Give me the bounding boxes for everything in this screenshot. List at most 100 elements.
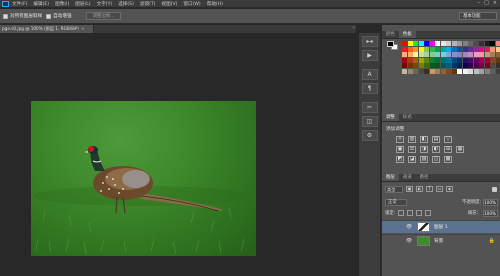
fill-field[interactable]: 100%: [483, 209, 498, 217]
sample-all-layers-checkbox[interactable]: [3, 13, 8, 19]
color-swatch[interactable]: [407, 46, 413, 52]
color-swatch[interactable]: [424, 41, 429, 46]
color-swatch[interactable]: [407, 68, 413, 74]
color-swatch[interactable]: [484, 63, 490, 68]
color-swatch[interactable]: [407, 52, 413, 57]
color-swatch[interactable]: [413, 46, 418, 52]
menu-window[interactable]: 窗口(W): [183, 1, 200, 7]
tab-paths[interactable]: 路径: [416, 174, 433, 181]
color-swatch[interactable]: [479, 52, 484, 57]
color-swatch[interactable]: [490, 63, 495, 68]
color-swatch[interactable]: [462, 68, 468, 74]
color-swatch[interactable]: [402, 68, 407, 74]
color-swatch[interactable]: [435, 68, 440, 74]
auto-enhance-checkbox[interactable]: [46, 13, 52, 19]
color-swatch[interactable]: [435, 63, 440, 68]
lock-pixels-icon[interactable]: [407, 210, 414, 216]
layer-row-background[interactable]: 👁 背景 🔒: [382, 234, 500, 247]
color-swatch[interactable]: [490, 68, 495, 74]
color-swatch[interactable]: [457, 52, 462, 57]
color-swatch[interactable]: [473, 41, 479, 46]
opacity-field[interactable]: 100%: [483, 198, 498, 206]
shape-filter-icon[interactable]: ▭: [436, 186, 443, 192]
close-button[interactable]: ×: [493, 0, 497, 6]
color-swatch[interactable]: [418, 46, 424, 52]
menu-image[interactable]: 图像(I): [55, 1, 69, 7]
history-icon[interactable]: ▸◂: [361, 36, 378, 47]
menu-filter[interactable]: 滤镜(T): [140, 1, 156, 7]
color-swatch[interactable]: [402, 52, 407, 57]
color-swatch[interactable]: [484, 41, 490, 46]
color-swatch[interactable]: [446, 57, 451, 63]
color-swatch[interactable]: [418, 52, 424, 57]
invert-icon[interactable]: ◩: [396, 156, 404, 163]
adjustment-filter-icon[interactable]: ◐: [416, 186, 423, 192]
color-swatch[interactable]: [402, 41, 407, 46]
layer-name[interactable]: 背景: [434, 238, 443, 244]
color-swatch[interactable]: [462, 41, 468, 46]
character-icon[interactable]: A: [361, 69, 378, 80]
color-swatch[interactable]: [457, 46, 462, 52]
document-tab[interactable]: pge.s0.jpg @ 100% (图层 1, RGB/8#) ×: [0, 25, 94, 33]
color-swatch[interactable]: [446, 41, 451, 46]
tab-styles[interactable]: 样式: [399, 114, 416, 121]
color-swatch[interactable]: [429, 46, 435, 52]
color-swatch[interactable]: [402, 46, 407, 52]
pixel-filter-icon[interactable]: ▣: [406, 186, 413, 192]
layer-row-layer1[interactable]: 👁 图层 1: [382, 220, 500, 233]
workspace-select[interactable]: 基本功能: [459, 12, 497, 20]
gradient-map-icon[interactable]: ◫: [432, 156, 440, 163]
color-swatch[interactable]: [484, 52, 490, 57]
color-swatch[interactable]: [407, 57, 413, 63]
panel-collapse-icon[interactable]: »: [352, 25, 355, 31]
color-swatch[interactable]: [479, 41, 484, 46]
refine-edge-button[interactable]: 调整边缘...: [85, 12, 122, 20]
lock-all-icon[interactable]: [425, 210, 432, 216]
color-swatch[interactable]: [429, 52, 435, 57]
curves-icon[interactable]: ◧: [420, 136, 428, 143]
blend-mode-select[interactable]: 正常: [385, 198, 407, 206]
color-swatch[interactable]: [451, 63, 457, 68]
color-swatch[interactable]: [473, 52, 479, 57]
color-swatch[interactable]: [468, 57, 473, 63]
color-swatch[interactable]: [402, 63, 407, 68]
color-swatch[interactable]: [495, 52, 500, 57]
color-lookup-icon[interactable]: ▦: [456, 146, 464, 153]
document-tab-close-icon[interactable]: ×: [81, 26, 85, 31]
color-swatch[interactable]: [468, 41, 473, 46]
vibrance-icon[interactable]: ▽: [444, 136, 452, 143]
color-swatch[interactable]: [495, 57, 500, 63]
color-swatch[interactable]: [479, 46, 484, 52]
menu-view[interactable]: 视图(V): [161, 1, 177, 7]
color-swatch[interactable]: [402, 57, 407, 63]
properties-icon[interactable]: ⚙: [361, 130, 378, 141]
color-swatch[interactable]: [435, 57, 440, 63]
color-swatch[interactable]: [407, 63, 413, 68]
maximize-button[interactable]: □: [484, 0, 489, 6]
color-swatch[interactable]: [468, 63, 473, 68]
color-swatch[interactable]: [440, 52, 446, 57]
channel-mixer-icon[interactable]: ⊞: [444, 146, 452, 153]
levels-icon[interactable]: ▥: [408, 136, 416, 143]
color-swatch[interactable]: [495, 63, 500, 68]
color-swatch[interactable]: [451, 57, 457, 63]
visibility-eye-icon[interactable]: 👁: [405, 238, 413, 244]
color-swatch[interactable]: [429, 41, 435, 46]
color-swatch[interactable]: [473, 57, 479, 63]
color-swatch[interactable]: [429, 68, 435, 74]
foreground-background-swatch[interactable]: [387, 41, 399, 50]
color-swatch[interactable]: [473, 46, 479, 52]
menu-select[interactable]: 选择(S): [118, 1, 134, 7]
color-swatch[interactable]: [479, 68, 484, 74]
color-swatch[interactable]: [413, 41, 418, 46]
selective-color-icon[interactable]: ▩: [444, 156, 452, 163]
color-swatch[interactable]: [440, 41, 446, 46]
color-swatch[interactable]: [446, 46, 451, 52]
color-swatch[interactable]: [473, 68, 479, 74]
color-swatch[interactable]: [424, 46, 429, 52]
tab-swatches[interactable]: 色板: [398, 31, 416, 38]
color-swatch[interactable]: [451, 68, 457, 74]
color-swatch[interactable]: [424, 57, 429, 63]
color-swatch[interactable]: [495, 68, 500, 74]
lock-position-icon[interactable]: [416, 210, 423, 216]
